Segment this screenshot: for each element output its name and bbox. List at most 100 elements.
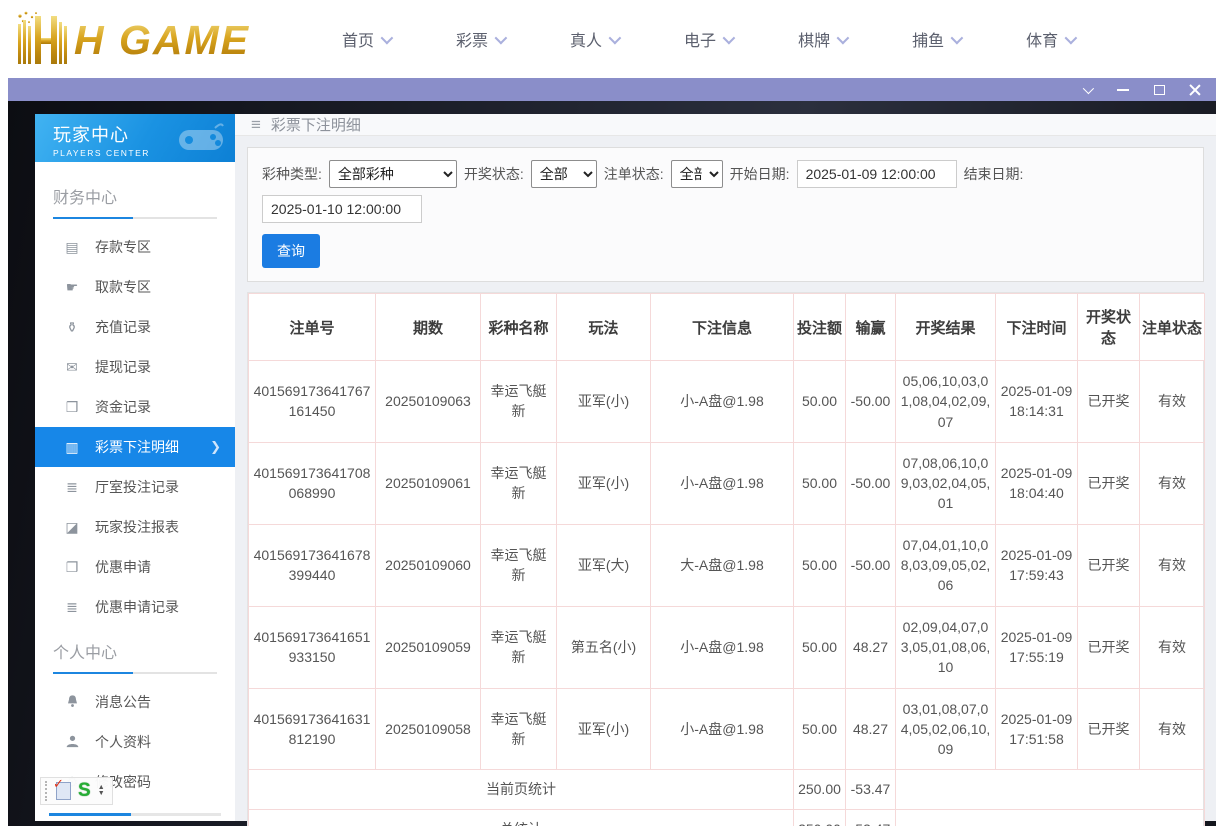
floating-toolbar[interactable]: S ▲▼: [40, 776, 113, 805]
cell-10: 已开奖: [1077, 523, 1140, 607]
summary-empty: [895, 808, 1205, 826]
withdraw-hand-icon: ☛: [65, 278, 79, 295]
chevron-down-icon: [494, 31, 508, 44]
sidebar-item-promo-apply[interactable]: ❐ 优惠申请: [35, 547, 235, 587]
notes-check-icon[interactable]: [53, 776, 71, 800]
brand-logo[interactable]: H GAME: [12, 8, 282, 71]
cell-4: 第五名(小): [556, 605, 651, 689]
chevron-down-icon: [836, 31, 850, 44]
sidebar-item-withdraw-hand[interactable]: ☛ 取款专区: [35, 267, 235, 307]
cell-10: 已开奖: [1077, 687, 1140, 771]
cell-11: 有效: [1139, 605, 1205, 689]
cell-5: 小-A盘@1.98: [650, 687, 794, 771]
sidebar-item-label: 优惠申请记录: [95, 599, 179, 615]
sidebar-item-person[interactable]: 个人资料: [35, 722, 235, 762]
report-chart-icon: ◪: [65, 518, 79, 535]
hamburger-icon[interactable]: ≡: [251, 115, 261, 135]
cell-2: 20250109059: [375, 605, 481, 689]
cell-8: 07,04,01,10,08,03,09,05,02,06: [895, 523, 996, 607]
hgame-logo-icon: H GAME: [18, 11, 250, 64]
sidebar-menu: 财务中心 ▤ 存款专区 ☛ 取款专区 ⚱ 充值记录 ✉ 提现记录 ❒ 资金记录 ▥ 彩票下注明细 ❯ ≣ 厅室…: [35, 162, 235, 821]
cell-9: 2025-01-09 17:55:19: [995, 605, 1078, 689]
summary-winloss-total: -53.47: [845, 769, 896, 810]
cell-5: 小-A盘@1.98: [650, 441, 794, 525]
cell-1: 401569173641678399440: [248, 523, 376, 607]
moneybag-icon: ⚱: [66, 318, 78, 335]
column-header-5: 下注信息: [650, 293, 794, 361]
cell-11: 有效: [1139, 360, 1205, 443]
table-row: 401569173641651933150 20250109059 幸运飞艇新 第五名…: [248, 605, 1205, 689]
cell-5: 大-A盘@1.98: [650, 523, 794, 607]
column-header-11: 注单状态: [1139, 293, 1205, 361]
nav-item-label: 棋牌: [798, 33, 831, 50]
cell-9: 2025-01-09 17:51:58: [995, 687, 1078, 771]
end-date-input[interactable]: [262, 195, 422, 223]
window-minimize-icon[interactable]: [1116, 83, 1130, 97]
nav-item-7[interactable]: 体育: [1026, 27, 1078, 51]
column-header-10: 开奖状态: [1077, 293, 1140, 361]
table-row: 401569173641708068990 20250109061 幸运飞艇新 亚军(…: [248, 441, 1205, 525]
sidebar-item-report-chart[interactable]: ◪ 玩家投注报表: [35, 507, 235, 547]
bet-status-select[interactable]: 全部: [670, 160, 723, 188]
sidebar-item-promo-record[interactable]: ≣ 优惠申请记录: [35, 587, 235, 627]
lottery-type-label: 彩种类型:: [262, 166, 322, 182]
svg-text:H GAME: H GAME: [74, 17, 250, 63]
cell-4: 亚军(小): [556, 441, 651, 525]
purse-icon: ❒: [65, 398, 79, 415]
sidebar-item-label: 玩家投注报表: [95, 519, 179, 535]
sidebar-item-label: 存款专区: [95, 239, 151, 255]
column-header-9: 下注时间: [995, 293, 1078, 361]
cell-3: 幸运飞艇新: [480, 605, 557, 689]
nav-item-label: 首页: [342, 33, 375, 50]
nav-item-4[interactable]: 电子: [684, 27, 736, 51]
window-dropdown-icon[interactable]: [1080, 82, 1095, 97]
draw-status-select[interactable]: 全部: [530, 160, 597, 188]
page-title: 彩票下注明细: [270, 117, 361, 134]
sidebar-item-label: 取款专区: [95, 279, 151, 295]
nav-item-1[interactable]: 首页: [342, 27, 394, 51]
sidebar-item-bell[interactable]: 消息公告: [35, 682, 235, 722]
chevron-down-icon: [950, 31, 964, 44]
summary-label: 总统计: [248, 808, 794, 826]
breadcrumb: ≡ 彩票下注明细: [235, 114, 1216, 136]
toolbar-collapse-arrows-icon[interactable]: ▲ ▼: [98, 784, 105, 797]
sidebar-item-deposit-card[interactable]: ▤ 存款专区: [35, 227, 235, 267]
nav-item-3[interactable]: 真人: [570, 27, 622, 51]
window-maximize-icon[interactable]: [1152, 83, 1166, 97]
nav-item-6[interactable]: 捕鱼: [912, 27, 964, 51]
sidebar-item-label: 资金记录: [95, 399, 151, 415]
column-header-4: 玩法: [556, 293, 651, 361]
column-header-1: 注单号: [248, 293, 376, 361]
cell-6: 50.00: [793, 687, 846, 771]
cell-9: 2025-01-09 17:59:43: [995, 523, 1078, 607]
summary-row-2: 总统计250.00-53.47: [248, 808, 1205, 826]
sidebar-item-label: 提现记录: [95, 359, 151, 375]
sidebar-item-hall-record[interactable]: ≣ 厅室投注记录: [35, 467, 235, 507]
start-date-input[interactable]: [796, 160, 957, 188]
search-button[interactable]: 查询: [262, 234, 320, 268]
screenshot-s-icon[interactable]: S: [78, 781, 91, 800]
cell-4: 亚军(大): [556, 523, 651, 607]
sidebar-item-label: 消息公告: [95, 694, 151, 710]
window-close-icon[interactable]: [1188, 83, 1202, 97]
cell-10: 已开奖: [1077, 605, 1140, 689]
sidebar-item-purse[interactable]: ❒ 资金记录: [35, 387, 235, 427]
start-date-label: 开始日期:: [729, 166, 790, 182]
filter-panel: 彩种类型: 全部彩种 开奖状态: 全部 注单状态: 全部 开始日期: 结束日期:: [247, 147, 1204, 282]
sidebar-item-wallet[interactable]: ✉ 提现记录: [35, 347, 235, 387]
sidebar-item-label: 厅室投注记录: [95, 479, 179, 495]
cell-11: 有效: [1139, 441, 1205, 525]
sidebar-item-bet-detail[interactable]: ▥ 彩票下注明细 ❯: [35, 427, 235, 467]
cell-2: 20250109061: [375, 441, 481, 525]
nav-item-5[interactable]: 棋牌: [798, 27, 850, 51]
toolbar-drag-handle-icon[interactable]: [45, 781, 49, 801]
cell-8: 02,09,04,07,03,05,01,08,06,10: [895, 605, 996, 689]
bet-detail-icon: ▥: [65, 438, 79, 455]
cell-2: 20250109063: [375, 360, 481, 443]
sidebar-item-moneybag[interactable]: ⚱ 充值记录: [35, 307, 235, 347]
cell-6: 50.00: [793, 605, 846, 689]
lottery-type-select[interactable]: 全部彩种: [328, 160, 457, 188]
nav-item-2[interactable]: 彩票: [456, 27, 508, 51]
chevron-right-icon: ❯: [210, 439, 221, 454]
cell-3: 幸运飞艇新: [480, 523, 557, 607]
